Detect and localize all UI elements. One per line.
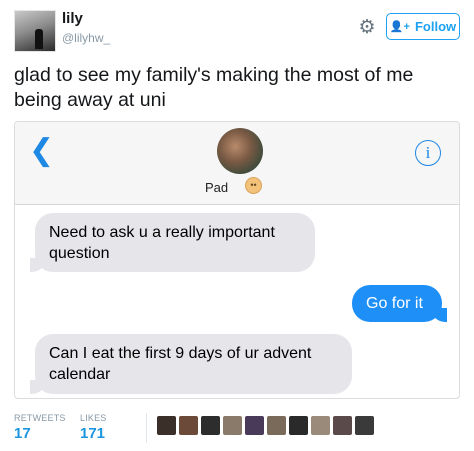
liker-avatar[interactable]: [157, 416, 176, 435]
stats-divider: [146, 413, 147, 443]
tweet-media-image[interactable]: ❮ Pad •• i Need to ask u a really import…: [14, 121, 460, 399]
liker-avatar[interactable]: [223, 416, 242, 435]
likes-count[interactable]: 171: [80, 425, 105, 442]
back-chevron-icon: ❮: [29, 134, 55, 167]
retweets-label: RETWEETS: [14, 413, 66, 423]
user-handle[interactable]: @lilyhw_: [62, 31, 110, 45]
liker-avatars: [157, 416, 374, 435]
tweet-text: glad to see my family's making the most …: [14, 64, 414, 111]
liker-avatar[interactable]: [289, 416, 308, 435]
liker-avatar[interactable]: [245, 416, 264, 435]
retweets-count[interactable]: 17: [14, 425, 31, 442]
display-name[interactable]: lily: [62, 10, 83, 27]
liker-avatar[interactable]: [201, 416, 220, 435]
message-text: Go for it: [366, 295, 423, 312]
message-text: Can I eat the first 9 days of ur advent …: [49, 345, 312, 383]
liker-avatar[interactable]: [267, 416, 286, 435]
message-text: Need to ask u a really important questio…: [49, 224, 275, 262]
add-user-icon: 👤+: [389, 21, 410, 33]
follow-label: Follow: [414, 19, 457, 34]
user-avatar[interactable]: [14, 10, 56, 52]
liker-avatar[interactable]: [311, 416, 330, 435]
liker-avatar[interactable]: [179, 416, 198, 435]
contact-name: Pad: [205, 180, 229, 195]
message-bubble-sent: Go for it: [352, 285, 447, 322]
liker-avatar[interactable]: [355, 416, 374, 435]
likes-label: LIKES: [80, 413, 107, 423]
follow-button[interactable]: 👤+ Follow: [386, 13, 460, 40]
message-bubble-received: Can I eat the first 9 days of ur advent …: [30, 334, 352, 394]
liker-avatar[interactable]: [333, 416, 352, 435]
baby-face-emoji-icon: ••: [245, 177, 262, 194]
gear-icon[interactable]: ⚙: [357, 18, 377, 38]
message-bubble-received: Need to ask u a really important questio…: [30, 213, 315, 272]
imessage-header: ❮ Pad •• i: [15, 122, 459, 205]
info-icon: i: [415, 140, 441, 166]
contact-photo: [217, 128, 263, 174]
